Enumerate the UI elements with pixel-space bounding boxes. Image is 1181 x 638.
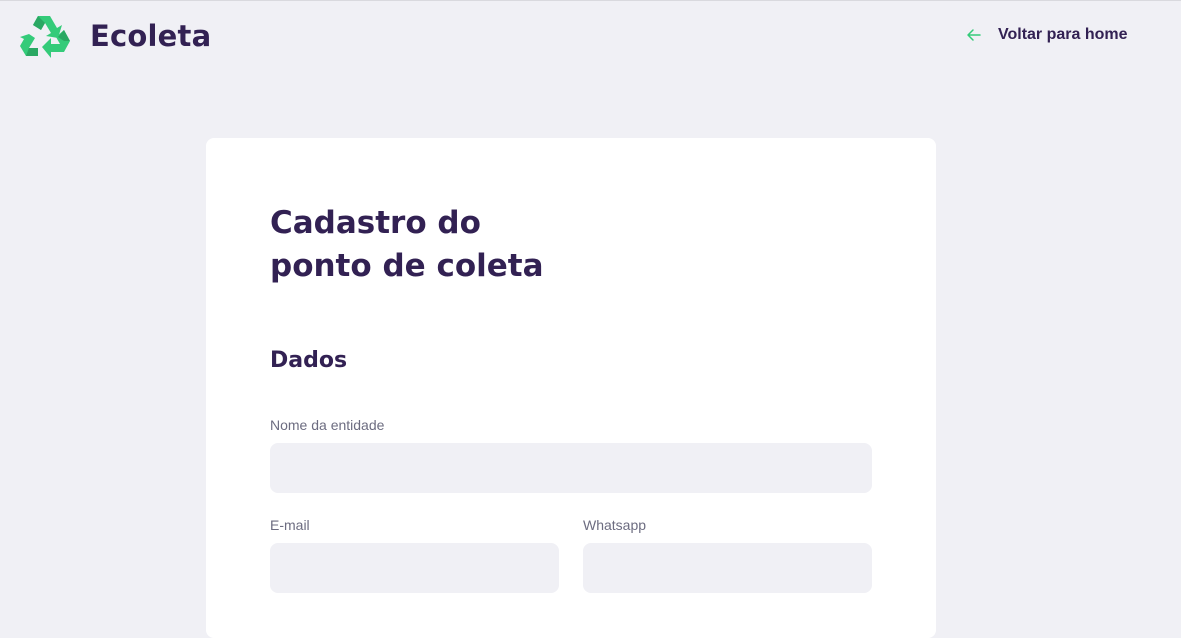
email-input[interactable] (270, 543, 559, 593)
page-title-line-1: Cadastro do (270, 205, 481, 241)
section-title-dados: Dados (270, 348, 348, 373)
registration-form-card: Cadastro do ponto de coleta Dados Nome d… (206, 138, 936, 638)
entity-name-input[interactable] (270, 443, 872, 493)
arrow-left-icon (967, 29, 981, 41)
logo[interactable]: Ecoleta (20, 12, 211, 60)
page-title-line-2: ponto de coleta (270, 248, 544, 284)
whatsapp-label: Whatsapp (583, 517, 647, 533)
recycle-icon (20, 16, 70, 58)
entity-name-label: Nome da entidade (270, 417, 385, 433)
header: Ecoleta Voltar para home (0, 0, 1181, 80)
email-label: E-mail (270, 517, 310, 533)
back-to-home-label: Voltar para home (998, 26, 1128, 43)
whatsapp-input[interactable] (583, 543, 872, 593)
page-title: Cadastro do ponto de coleta (270, 202, 670, 288)
back-to-home-link[interactable]: Voltar para home (966, 26, 1128, 44)
logo-text: Ecoleta (90, 19, 212, 53)
